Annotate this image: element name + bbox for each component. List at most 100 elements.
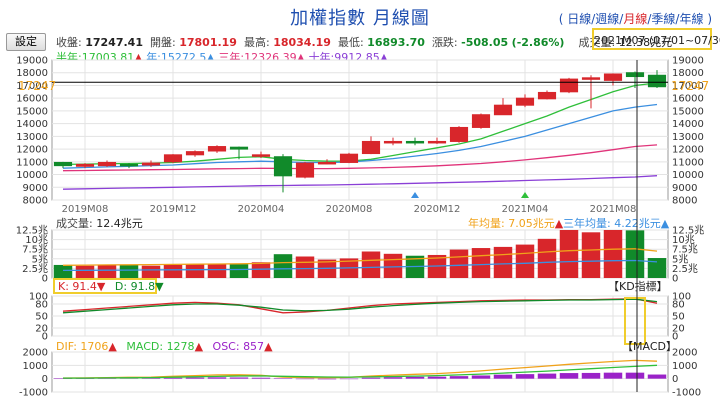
kd-title: 【KD指標】 (608, 279, 668, 293)
price-tick-right: 16000 (672, 94, 704, 105)
chart-canvas[interactable]: 19000 1900018000 1800017000 1700016000 16000… (0, 0, 720, 420)
price-tick-left: 16000 (16, 94, 48, 105)
price-tick-left: 9000 (23, 183, 48, 194)
volume-bar (449, 249, 469, 278)
kd-tick-left: 50 (35, 312, 48, 323)
kd-tick-left: 0 (42, 332, 48, 343)
osc-bar (295, 378, 315, 380)
volume-bar (53, 264, 73, 278)
three-year-avg-volume: 三年均量: 4.22兆元▲ (563, 216, 670, 230)
price-tick-right: 12000 (672, 145, 704, 156)
candle-body (361, 140, 381, 155)
price-x-tick: 2020M04 (238, 204, 285, 215)
macd-tick-right: 0 (672, 374, 678, 385)
macd-values: DIF: 1706▲ MACD: 1278▲ OSC: 857▲ (56, 340, 273, 353)
price-tick-left: 18000 (16, 68, 48, 79)
candle-body (625, 72, 645, 78)
chart-app: 加權指數 月線圖 ( 日線/週線/月線/季線/年線 ) 設定 收盤: 17247… (0, 0, 720, 420)
volume-bar (141, 265, 161, 278)
candle-body (647, 74, 667, 88)
price-tick-right: 18000 (672, 68, 704, 79)
osc-bar (537, 373, 557, 379)
price-tick-left: 11000 (16, 157, 48, 168)
volume-bar (229, 264, 249, 278)
macd-tick-right: 1000 (672, 361, 697, 372)
candle-body (493, 104, 513, 116)
candle-body (207, 146, 227, 152)
candle-body (581, 77, 601, 80)
price-tick-left: 13000 (16, 132, 48, 143)
price-x-tick: 2021M08 (590, 204, 637, 215)
osc-bar (559, 373, 579, 379)
kd-tick-right: 50 (672, 312, 685, 323)
candle-body (427, 140, 447, 144)
macd-tick-left: 1000 (23, 361, 48, 372)
kd-panel: 100 10080 8050 5020 200 0 (29, 292, 691, 345)
price-x-tick: 2019M08 (62, 204, 109, 215)
price-tick-right: 15000 (672, 106, 704, 117)
price-tick-right: 13000 (672, 132, 704, 143)
osc-bar (515, 374, 535, 379)
macd-tick-left: 0 (42, 374, 48, 385)
candle-body (185, 151, 205, 156)
price-tick-left: 19000 (16, 56, 48, 67)
volume-bar (515, 244, 535, 278)
osc-bar (427, 376, 447, 379)
price-tick-right: 14000 (672, 119, 704, 130)
macd-tick-right: -1000 (672, 388, 701, 399)
candle-body (141, 162, 161, 166)
osc-bar (581, 372, 601, 379)
volume-bar (163, 264, 183, 278)
candle-body (449, 126, 469, 142)
candle-body (229, 146, 249, 150)
macd-tick-left: 2000 (23, 348, 48, 359)
osc-bar (471, 375, 491, 379)
osc-bar (647, 374, 667, 379)
volume-bar (185, 264, 205, 278)
volume-bar (603, 230, 623, 278)
volume-bar (581, 232, 601, 278)
osc-bar (317, 378, 337, 380)
volume-bar (273, 254, 293, 278)
year-avg-volume: 年均量: 7.05兆元▲ (468, 216, 564, 230)
candle-body (515, 97, 535, 106)
current-price-label-left: 17247 (18, 79, 56, 93)
price-tick-left: 12000 (16, 145, 48, 156)
volume-bar (119, 264, 139, 278)
volume-tick-left: 0 (42, 274, 48, 285)
price-x-tick: 2019M12 (150, 204, 197, 215)
candle-body (559, 78, 579, 93)
candle-body (537, 91, 557, 100)
volume-panel: 12.5兆 12.5兆10兆 10兆7.5兆 7.5兆5兆 5兆2.5兆 2.5兆0 0 (16, 225, 705, 285)
price-x-tick: 2020M12 (414, 204, 461, 215)
osc-bar (339, 378, 359, 380)
osc-bar (185, 377, 205, 379)
candle-body (163, 154, 183, 163)
current-price-label-right: 17247 (671, 79, 709, 93)
osc-bar (405, 376, 425, 379)
osc-bar (273, 378, 293, 379)
osc-bar (603, 372, 623, 379)
kd-tick-left: 80 (35, 300, 48, 311)
price-x-tick: 2020M08 (326, 204, 373, 215)
candle-body (405, 140, 425, 144)
volume-tick-right: 0 (672, 274, 678, 285)
candle-body (251, 154, 271, 157)
price-tick-left: 8000 (23, 196, 48, 207)
macd-plot-area (51, 351, 669, 393)
price-tick-right: 8000 (672, 196, 697, 207)
candle-body (317, 161, 337, 165)
price-x-tick: 2021M04 (502, 204, 549, 215)
price-tick-left: 10000 (16, 170, 48, 181)
price-tick-right: 19000 (672, 56, 704, 67)
candle-body (471, 114, 491, 128)
volume-bar (559, 230, 579, 278)
volume-bar (625, 230, 645, 278)
candle-body (603, 73, 623, 81)
candle-body (97, 161, 117, 167)
volume-bar (295, 256, 315, 278)
candle-body (119, 163, 139, 167)
macd-tick-left: -1000 (19, 388, 48, 399)
candle-body (273, 156, 293, 177)
volume-bar (383, 253, 403, 278)
